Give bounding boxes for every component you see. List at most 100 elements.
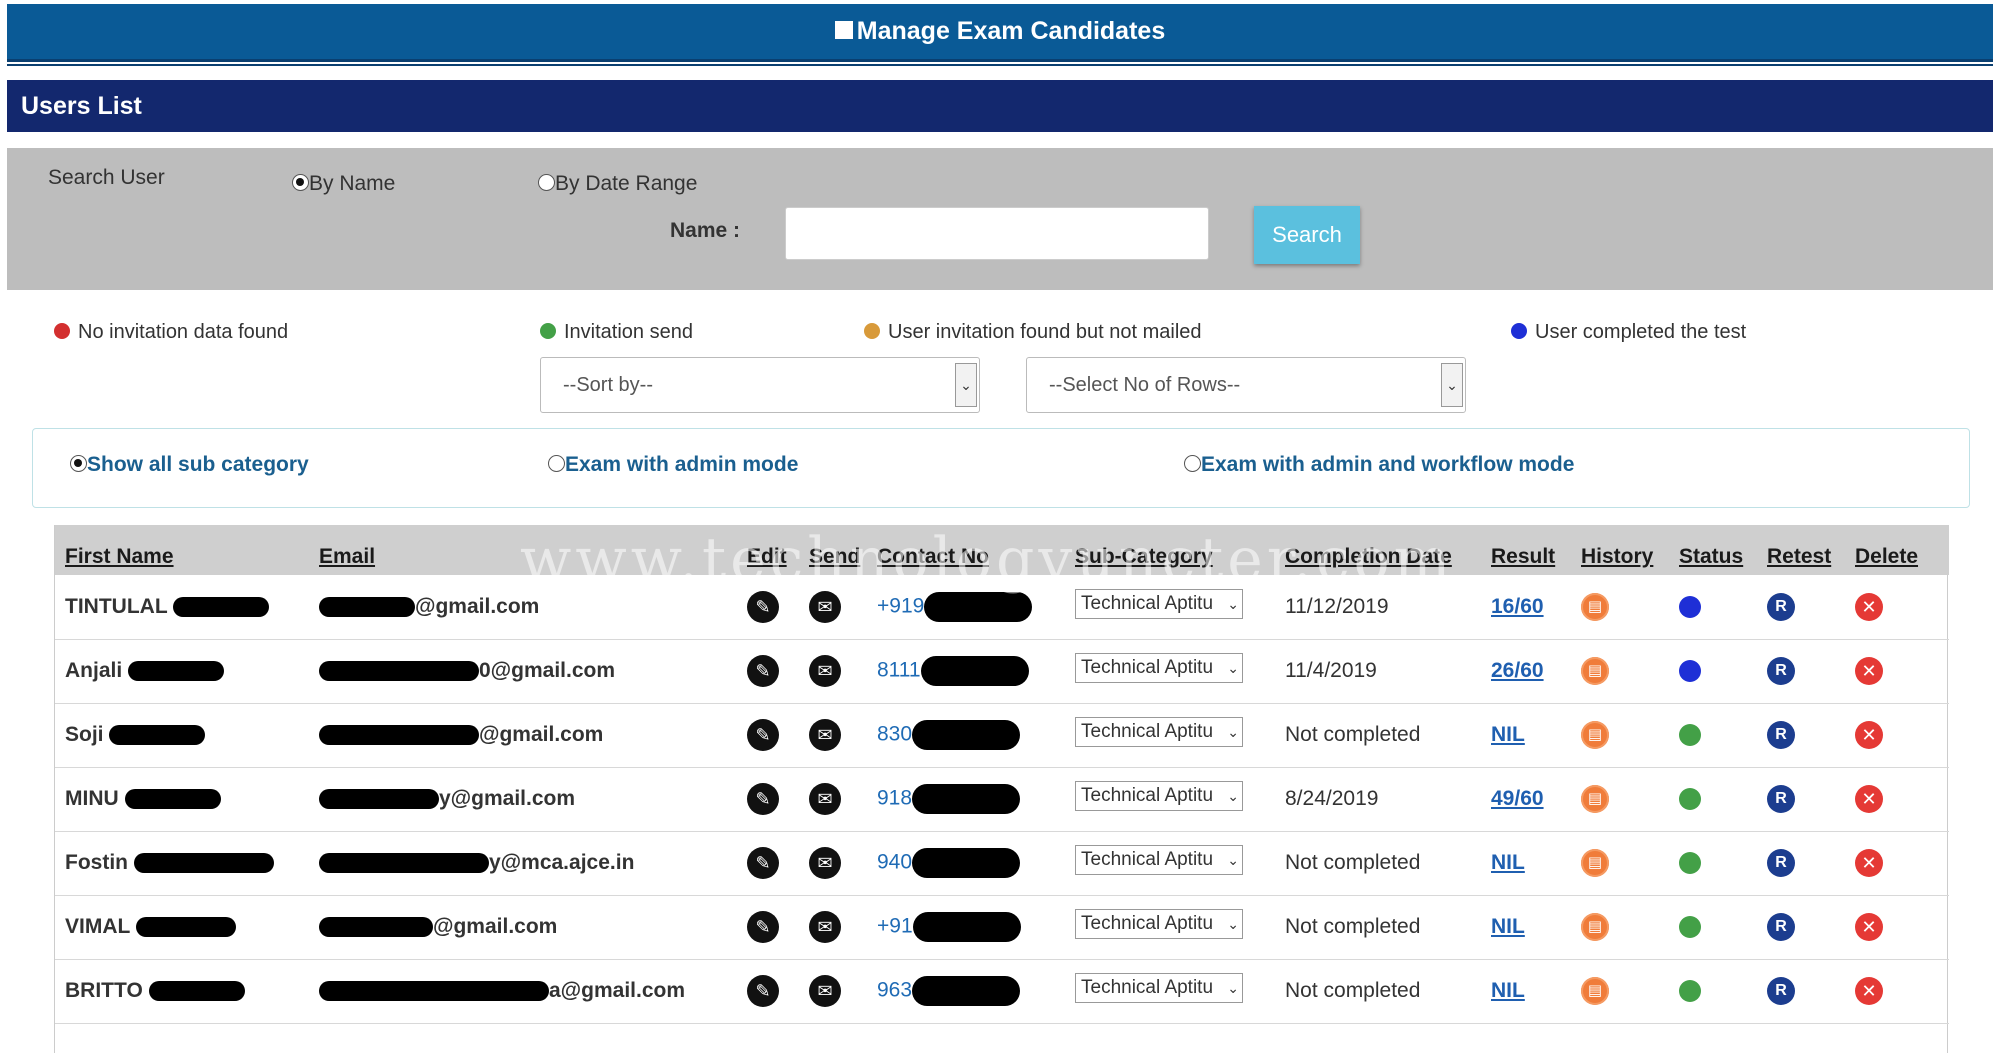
status-cell	[1669, 703, 1757, 767]
chevron-down-icon[interactable]: ⌄	[955, 363, 977, 407]
header-completion-date[interactable]: Completion Date	[1275, 525, 1481, 575]
chevron-down-icon[interactable]: ⌄	[1441, 363, 1463, 407]
delete-icon[interactable]: ✕	[1855, 785, 1883, 813]
by-name-option[interactable]: By Name	[292, 172, 395, 196]
edit-cell: ✎	[737, 575, 799, 639]
table-row: Soji @gmail.com ✎ ✉ 830 Technical Aptitu…	[55, 703, 1949, 767]
retest-cell: R	[1757, 767, 1845, 831]
table-row: MINU y@gmail.com ✎ ✉ 918 Technical Aptit…	[55, 767, 1949, 831]
pencil-icon[interactable]: ✎	[747, 590, 779, 623]
envelope-icon[interactable]: ✉	[809, 911, 841, 943]
header-subcategory[interactable]: Sub-Category	[1065, 525, 1275, 575]
envelope-icon[interactable]: ✉	[809, 783, 841, 815]
completion-date-cell: Not completed	[1285, 915, 1421, 938]
by-name-radio[interactable]	[292, 173, 309, 191]
delete-icon[interactable]: ✕	[1855, 849, 1883, 877]
rows-select[interactable]: --Select No of Rows-- ⌄	[1026, 357, 1466, 413]
pencil-icon[interactable]: ✎	[747, 847, 779, 879]
result-cell: NIL	[1481, 895, 1571, 959]
search-user-label: Search User	[48, 166, 165, 189]
result-link[interactable]: 49/60	[1491, 787, 1544, 810]
subcategory-select[interactable]: Technical Aptitu ⌄	[1075, 717, 1243, 747]
subcategory-select[interactable]: Technical Aptitu ⌄	[1075, 781, 1243, 811]
header-contact[interactable]: Contact No	[867, 525, 1065, 575]
status-dot-icon	[1679, 660, 1701, 683]
header-send[interactable]: Send	[799, 525, 867, 575]
history-icon[interactable]: ▤	[1581, 721, 1609, 749]
history-icon[interactable]: ▤	[1581, 977, 1609, 1005]
history-icon[interactable]: ▤	[1581, 849, 1609, 877]
envelope-icon[interactable]: ✉	[809, 847, 841, 879]
subcategory-select[interactable]: Technical Aptitu ⌄	[1075, 845, 1243, 875]
pencil-icon[interactable]: ✎	[747, 911, 779, 943]
header-edit[interactable]: Edit	[737, 525, 799, 575]
pencil-icon[interactable]: ✎	[747, 719, 779, 751]
result-cell: 26/60	[1481, 639, 1571, 703]
admin-mode-option[interactable]: Exam with admin mode	[548, 453, 798, 477]
table-header-row: First Name Email Edit Send Contact No Su…	[55, 525, 1949, 575]
history-icon[interactable]: ▤	[1581, 592, 1609, 621]
header-email[interactable]: Email	[309, 525, 737, 575]
sort-by-select[interactable]: --Sort by-- ⌄	[540, 357, 980, 413]
envelope-icon[interactable]: ✉	[809, 655, 841, 687]
green-dot-icon	[540, 322, 556, 339]
result-link[interactable]: 16/60	[1491, 595, 1544, 618]
envelope-icon[interactable]: ✉	[809, 975, 841, 1007]
subcategory-cell: Technical Aptitu ⌄	[1065, 895, 1275, 959]
search-button[interactable]: Search	[1254, 206, 1360, 264]
by-date-range-option[interactable]: By Date Range	[538, 172, 697, 196]
admin-workflow-radio[interactable]	[1184, 454, 1201, 472]
envelope-icon[interactable]: ✉	[809, 719, 841, 751]
send-cell: ✉	[799, 575, 867, 639]
envelope-icon[interactable]: ✉	[809, 590, 841, 623]
result-link[interactable]: NIL	[1491, 851, 1525, 874]
completion-date-cell: 8/24/2019	[1285, 787, 1379, 810]
retest-icon[interactable]: R	[1767, 913, 1795, 941]
header-status[interactable]: Status	[1669, 525, 1757, 575]
admin-mode-radio[interactable]	[548, 454, 565, 472]
result-link[interactable]: 26/60	[1491, 659, 1544, 682]
result-link[interactable]: NIL	[1491, 915, 1525, 938]
redacted-block	[124, 789, 221, 810]
retest-icon[interactable]: R	[1767, 657, 1795, 685]
table-row: Fostin y@mca.ajce.in ✎ ✉ 940 Technical A…	[55, 831, 1949, 895]
admin-workflow-option[interactable]: Exam with admin and workflow mode	[1184, 453, 1574, 477]
pencil-icon[interactable]: ✎	[747, 655, 779, 687]
result-link[interactable]: NIL	[1491, 979, 1525, 1002]
delete-icon[interactable]: ✕	[1855, 913, 1883, 941]
pencil-icon[interactable]: ✎	[747, 783, 779, 815]
retest-cell: R	[1757, 895, 1845, 959]
subcategory-select[interactable]: Technical Aptitu ⌄	[1075, 588, 1243, 619]
show-all-subcategory-option[interactable]: Show all sub category	[70, 453, 309, 477]
delete-icon[interactable]: ✕	[1855, 657, 1883, 685]
history-cell: ▤	[1571, 703, 1669, 767]
result-link[interactable]: NIL	[1491, 723, 1525, 746]
chevron-down-icon: ⌄	[1227, 980, 1239, 996]
delete-icon[interactable]: ✕	[1855, 977, 1883, 1005]
history-icon[interactable]: ▤	[1581, 785, 1609, 813]
retest-icon[interactable]: R	[1767, 977, 1795, 1005]
show-all-radio[interactable]	[70, 454, 87, 472]
delete-icon[interactable]: ✕	[1855, 592, 1883, 621]
by-date-range-radio[interactable]	[538, 173, 555, 191]
retest-icon[interactable]: R	[1767, 849, 1795, 877]
history-icon[interactable]: ▤	[1581, 913, 1609, 941]
retest-icon[interactable]: R	[1767, 785, 1795, 813]
delete-icon[interactable]: ✕	[1855, 721, 1883, 749]
history-icon[interactable]: ▤	[1581, 657, 1609, 685]
pencil-icon[interactable]: ✎	[747, 975, 779, 1007]
header-history[interactable]: History	[1571, 525, 1669, 575]
subcategory-select[interactable]: Technical Aptitu ⌄	[1075, 973, 1243, 1003]
subcategory-select[interactable]: Technical Aptitu ⌄	[1075, 909, 1243, 939]
header-result[interactable]: Result	[1481, 525, 1571, 575]
header-delete[interactable]: Delete	[1845, 525, 1949, 575]
blue-dot-icon	[1511, 322, 1527, 339]
name-input[interactable]	[785, 207, 1209, 260]
retest-icon[interactable]: R	[1767, 721, 1795, 749]
header-first-name[interactable]: First Name	[55, 525, 309, 575]
subcategory-select[interactable]: Technical Aptitu ⌄	[1075, 653, 1243, 683]
completion-date-cell: 11/4/2019	[1285, 659, 1377, 682]
retest-icon[interactable]: R	[1767, 592, 1795, 621]
delete-cell: ✕	[1845, 895, 1949, 959]
header-retest[interactable]: Retest	[1757, 525, 1845, 575]
